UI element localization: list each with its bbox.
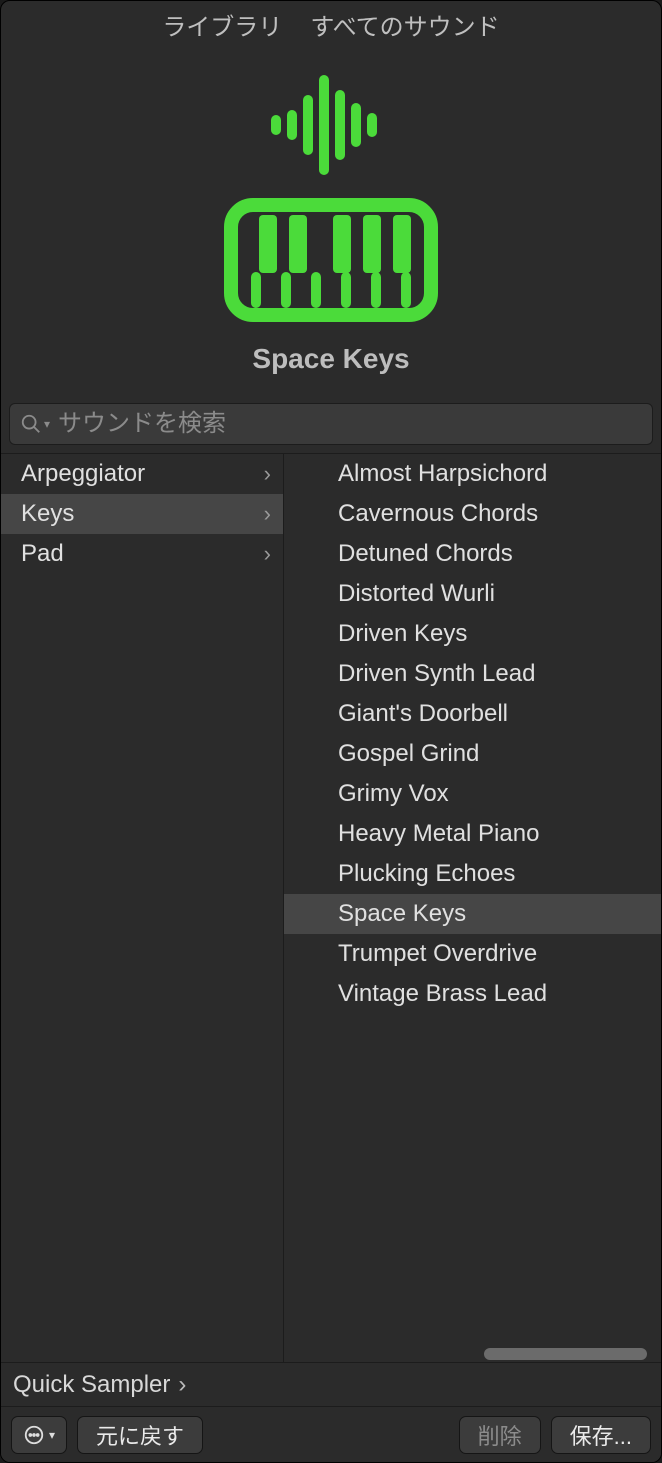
search-input[interactable] [52,410,642,438]
category-column: Arpeggiator › Keys › Pad › [1,454,284,1362]
chevron-right-icon: › [264,541,271,567]
sound-item[interactable]: Giant's Doorbell [284,694,661,734]
footer-toolbar: ▾ 元に戻す 削除 保存... [1,1406,661,1462]
sound-item[interactable]: Driven Synth Lead [284,654,661,694]
sound-item[interactable]: Gospel Grind [284,734,661,774]
category-item[interactable]: Pad › [1,534,283,574]
sound-item[interactable]: Detuned Chords [284,534,661,574]
patch-hero: Space Keys [1,47,661,403]
chevron-right-icon: › [264,501,271,527]
sound-item[interactable]: Heavy Metal Piano [284,814,661,854]
search-icon [20,413,42,435]
patch-title: Space Keys [252,343,409,375]
category-label: Arpeggiator [21,460,145,488]
breadcrumb-library[interactable]: ライブラリ [162,7,282,42]
sound-item[interactable]: Grimy Vox [284,774,661,814]
sound-browser: Arpeggiator › Keys › Pad › Almost Harpsichord… [1,453,661,1362]
sound-item[interactable]: Cavernous Chords [284,494,661,534]
category-item[interactable]: Arpeggiator › [1,454,283,494]
plugin-path-label: Quick Sampler [13,1371,170,1399]
ellipsis-icon [23,1424,45,1446]
category-label: Keys [21,500,74,528]
sound-item[interactable]: Vintage Brass Lead [284,974,661,1014]
patch-icon [211,65,451,325]
scrollbar-thumb[interactable] [484,1348,647,1360]
revert-button[interactable]: 元に戻す [77,1416,203,1454]
chevron-right-icon: › [264,461,271,487]
sound-item[interactable]: Space Keys [284,894,661,934]
chevron-down-icon: ▾ [49,1428,55,1442]
category-item[interactable]: Keys › [1,494,283,534]
category-label: Pad [21,540,64,568]
sound-item[interactable]: Driven Keys [284,614,661,654]
save-button[interactable]: 保存... [551,1416,651,1454]
plugin-path-bar[interactable]: Quick Sampler [1,1362,661,1406]
sound-item[interactable]: Distorted Wurli [284,574,661,614]
chevron-right-icon [178,1371,186,1399]
sound-column: Almost HarpsichordCavernous ChordsDetune… [284,454,661,1362]
sound-item[interactable]: Trumpet Overdrive [284,934,661,974]
search-dropdown-icon[interactable]: ▾ [42,417,52,431]
library-panel: ライブラリ すべてのサウンド [0,0,662,1463]
sound-item[interactable]: Almost Harpsichord [284,454,661,494]
breadcrumb: ライブラリ すべてのサウンド [1,1,661,47]
search-field[interactable]: ▾ [9,403,653,445]
breadcrumb-all-sounds[interactable]: すべてのサウンド [310,7,499,42]
horizontal-scrollbar[interactable] [284,1346,655,1362]
sound-item[interactable]: Plucking Echoes [284,854,661,894]
delete-button[interactable]: 削除 [459,1416,541,1454]
actions-menu-button[interactable]: ▾ [11,1416,67,1454]
